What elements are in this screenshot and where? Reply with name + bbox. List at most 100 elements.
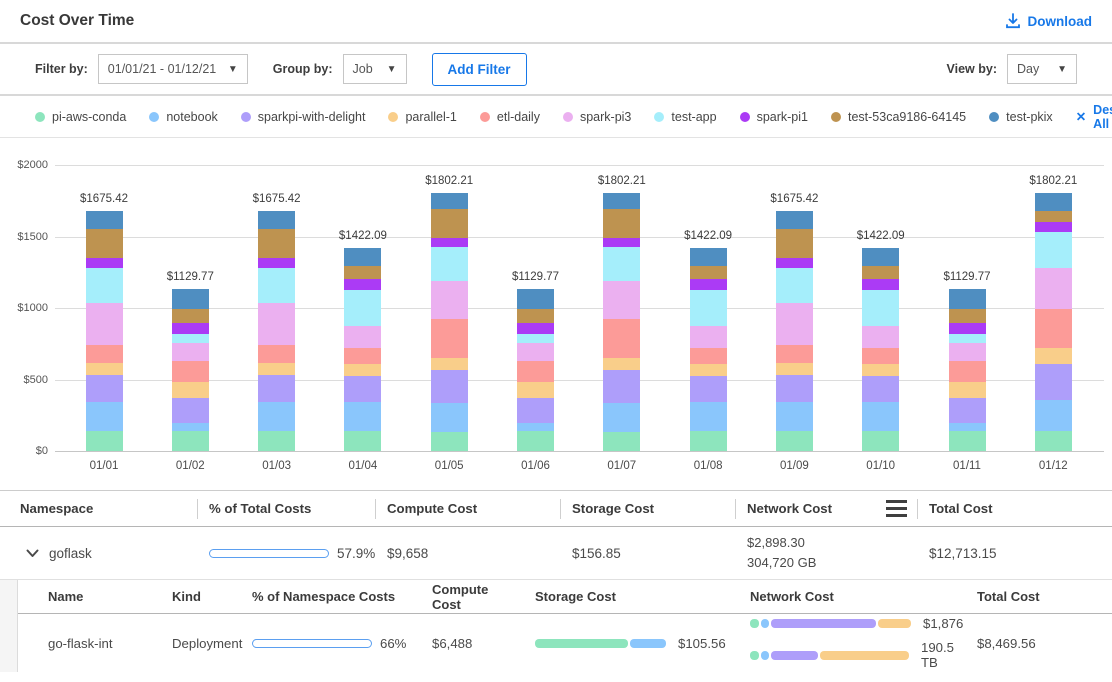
bar-segment-spark-pi3[interactable]: [344, 326, 381, 349]
bar-segment-test-53ca9186-64145[interactable]: [1035, 211, 1072, 222]
bar-segment-test-53ca9186-64145[interactable]: [862, 266, 899, 279]
bar-segment-spark-pi3[interactable]: [258, 303, 295, 345]
bar-segment-spark-pi3[interactable]: [690, 326, 727, 349]
col-namespace[interactable]: Namespace: [0, 491, 197, 526]
legend-item-spark-pi3[interactable]: spark-pi3: [563, 110, 631, 124]
col-storage[interactable]: Storage Cost: [560, 491, 735, 526]
bar-segment-spark-pi1[interactable]: [344, 279, 381, 290]
bar-segment-etl-daily[interactable]: [603, 319, 640, 358]
bar-segment-sparkpi-with-delight[interactable]: [949, 398, 986, 423]
bar-segment-test-pkix[interactable]: [862, 248, 899, 266]
bar-segment-pi-aws-conda[interactable]: [344, 431, 381, 451]
bar-segment-test-pkix[interactable]: [86, 211, 123, 229]
bar-segment-pi-aws-conda[interactable]: [690, 431, 727, 451]
bar-segment-etl-daily[interactable]: [431, 319, 468, 358]
bar-segment-parallel-1[interactable]: [949, 382, 986, 399]
bar-segment-test-pkix[interactable]: [431, 193, 468, 209]
bar-segment-sparkpi-with-delight[interactable]: [1035, 364, 1072, 400]
bar-segment-test-53ca9186-64145[interactable]: [86, 229, 123, 258]
bar-segment-test-pkix[interactable]: [949, 289, 986, 308]
bar-segment-spark-pi3[interactable]: [776, 303, 813, 345]
bar-segment-test-53ca9186-64145[interactable]: [517, 309, 554, 323]
bar-segment-sparkpi-with-delight[interactable]: [172, 398, 209, 423]
bar-segment-test-app[interactable]: [172, 334, 209, 343]
bar-segment-parallel-1[interactable]: [1035, 348, 1072, 364]
bar-segment-test-53ca9186-64145[interactable]: [603, 209, 640, 237]
bar-segment-test-53ca9186-64145[interactable]: [431, 209, 468, 237]
bar-segment-test-pkix[interactable]: [690, 248, 727, 266]
bar-segment-spark-pi1[interactable]: [690, 279, 727, 290]
bar-segment-etl-daily[interactable]: [517, 361, 554, 381]
legend-item-notebook[interactable]: notebook: [149, 110, 217, 124]
bar-segment-pi-aws-conda[interactable]: [431, 432, 468, 451]
bar-segment-spark-pi3[interactable]: [949, 343, 986, 362]
bar-segment-spark-pi1[interactable]: [949, 323, 986, 334]
bar-segment-spark-pi1[interactable]: [1035, 222, 1072, 232]
bar-segment-test-pkix[interactable]: [258, 211, 295, 229]
bar-segment-sparkpi-with-delight[interactable]: [862, 376, 899, 401]
bar-segment-test-53ca9186-64145[interactable]: [776, 229, 813, 258]
bar-segment-etl-daily[interactable]: [344, 348, 381, 364]
legend-item-parallel-1[interactable]: parallel-1: [388, 110, 456, 124]
bar-segment-etl-daily[interactable]: [690, 348, 727, 364]
legend-item-pi-aws-conda[interactable]: pi-aws-conda: [35, 110, 126, 124]
bar-segment-sparkpi-with-delight[interactable]: [517, 398, 554, 423]
col-pct-total[interactable]: % of Total Costs: [197, 491, 375, 526]
bar-segment-spark-pi3[interactable]: [1035, 268, 1072, 309]
bar-segment-spark-pi3[interactable]: [862, 326, 899, 349]
bar-segment-spark-pi1[interactable]: [86, 258, 123, 268]
bar-segment-test-app[interactable]: [690, 290, 727, 326]
bar-segment-notebook[interactable]: [431, 403, 468, 432]
bar-segment-test-53ca9186-64145[interactable]: [258, 229, 295, 258]
bar-segment-spark-pi3[interactable]: [603, 281, 640, 320]
bar-segment-test-53ca9186-64145[interactable]: [344, 266, 381, 279]
bar-segment-spark-pi1[interactable]: [172, 323, 209, 334]
bar-segment-sparkpi-with-delight[interactable]: [603, 370, 640, 404]
bar-segment-spark-pi3[interactable]: [86, 303, 123, 345]
bar-segment-notebook[interactable]: [776, 402, 813, 431]
bar-segment-sparkpi-with-delight[interactable]: [86, 375, 123, 402]
bar-segment-sparkpi-with-delight[interactable]: [431, 370, 468, 404]
add-filter-button[interactable]: Add Filter: [432, 53, 527, 86]
bar-segment-pi-aws-conda[interactable]: [1035, 431, 1072, 451]
bar-segment-spark-pi1[interactable]: [431, 238, 468, 247]
bar-segment-test-app[interactable]: [517, 334, 554, 343]
bar-segment-spark-pi1[interactable]: [603, 238, 640, 247]
bar-segment-parallel-1[interactable]: [862, 364, 899, 376]
legend-item-spark-pi1[interactable]: spark-pi1: [740, 110, 808, 124]
bar-segment-test-pkix[interactable]: [776, 211, 813, 229]
col-pct-namespace[interactable]: % of Namespace Costs: [237, 580, 417, 613]
bar-segment-pi-aws-conda[interactable]: [517, 431, 554, 451]
bar-segment-sparkpi-with-delight[interactable]: [690, 376, 727, 401]
bar-segment-spark-pi1[interactable]: [517, 323, 554, 334]
bar-segment-test-app[interactable]: [776, 268, 813, 304]
bar-segment-test-app[interactable]: [258, 268, 295, 304]
bar-segment-test-pkix[interactable]: [603, 193, 640, 209]
bar-segment-parallel-1[interactable]: [258, 363, 295, 375]
bar-segment-spark-pi1[interactable]: [776, 258, 813, 268]
view-by-select[interactable]: Day ▼: [1007, 54, 1077, 84]
bar-segment-spark-pi1[interactable]: [862, 279, 899, 290]
legend-item-test-app[interactable]: test-app: [654, 110, 716, 124]
bar-segment-parallel-1[interactable]: [172, 382, 209, 399]
namespace-cell[interactable]: goflask: [0, 546, 197, 561]
bar-segment-test-pkix[interactable]: [1035, 193, 1072, 211]
bar-segment-notebook[interactable]: [862, 402, 899, 432]
col-network[interactable]: Network Cost: [735, 491, 917, 526]
bar-segment-etl-daily[interactable]: [172, 361, 209, 381]
bar-segment-spark-pi1[interactable]: [258, 258, 295, 268]
bar-segment-parallel-1[interactable]: [603, 358, 640, 370]
bar-segment-pi-aws-conda[interactable]: [172, 431, 209, 451]
deselect-all-button[interactable]: ✕ Deselect All: [1076, 103, 1112, 131]
bar-segment-notebook[interactable]: [949, 423, 986, 430]
bar-segment-test-app[interactable]: [344, 290, 381, 326]
bar-segment-notebook[interactable]: [86, 402, 123, 431]
bar-segment-test-app[interactable]: [949, 334, 986, 343]
bar-segment-sparkpi-with-delight[interactable]: [344, 376, 381, 401]
bar-segment-sparkpi-with-delight[interactable]: [776, 375, 813, 402]
bar-segment-pi-aws-conda[interactable]: [86, 431, 123, 451]
bar-segment-notebook[interactable]: [690, 402, 727, 432]
bar-segment-spark-pi3[interactable]: [517, 343, 554, 362]
bar-segment-pi-aws-conda[interactable]: [862, 431, 899, 451]
legend-item-test-pkix[interactable]: test-pkix: [989, 110, 1053, 124]
